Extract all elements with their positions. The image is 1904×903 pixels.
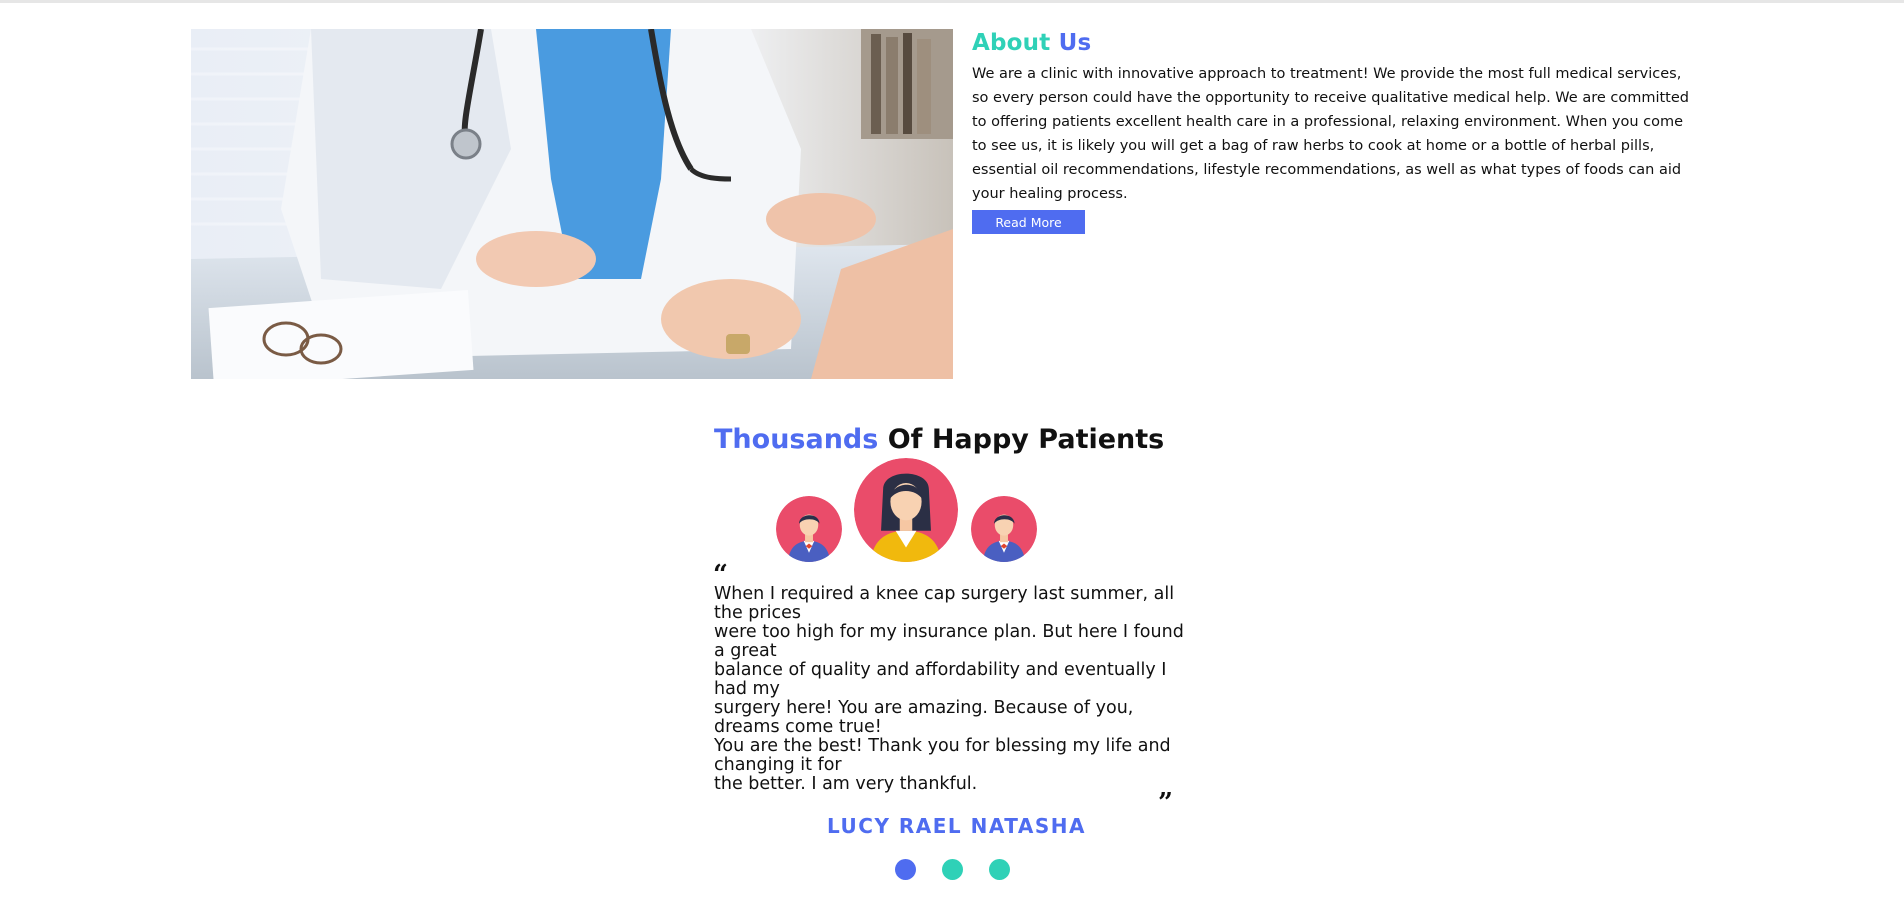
carousel-dot-2[interactable] [942,859,963,880]
quote-line: When I required a knee cap surgery last … [714,584,1175,623]
about-title: About Us [972,30,1692,56]
about-title-part1: About [972,30,1051,56]
female-patient-avatar-icon[interactable] [854,458,958,562]
about-doctor-image [191,29,953,379]
testimonial-author: LUCY RAEL NATASHA [827,814,1086,838]
quote-line: balance of quality and affordability and… [714,660,1167,699]
testimonials-section: Thousands Of Happy Patients [714,424,1214,455]
close-quote-icon: ” [1158,788,1173,818]
read-more-button[interactable]: Read More [972,210,1085,234]
about-section: About Us We are a clinic with innovative… [972,30,1692,234]
quote-line: were too high for my insurance plan. But… [714,622,1184,661]
testimonials-title-highlight: Thousands [714,424,879,455]
about-description: We are a clinic with innovative approach… [972,66,1689,202]
top-divider [0,0,1904,3]
about-title-part2: Us [1058,30,1092,56]
quote-line: surgery here! You are amazing. Because o… [714,698,1134,737]
male-patient-avatar-icon[interactable] [971,496,1037,562]
carousel-dot-1[interactable] [895,859,916,880]
quote-line: You are the best! Thank you for blessing… [714,736,1171,775]
carousel-dot-3[interactable] [989,859,1010,880]
quote-line: the better. I am very thankful. [714,774,978,794]
testimonials-title-rest: Of Happy Patients [878,424,1165,455]
testimonials-title: Thousands Of Happy Patients [714,424,1214,455]
testimonial-quote: When I required a knee cap surgery last … [714,585,1194,794]
male-patient-avatar-icon[interactable] [776,496,842,562]
